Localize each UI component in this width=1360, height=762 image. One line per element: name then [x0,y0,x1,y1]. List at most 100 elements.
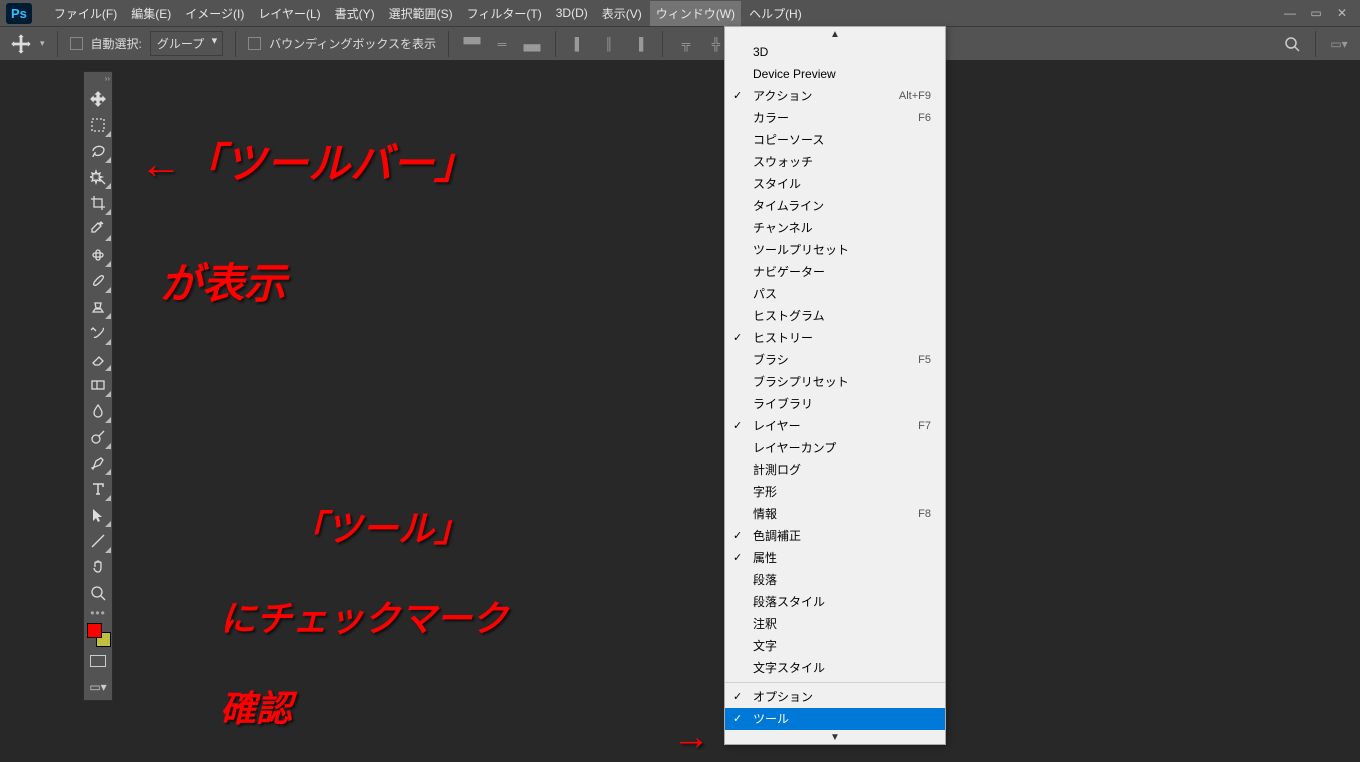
blur-tool[interactable] [84,398,112,424]
menu-item-ナビゲーター[interactable]: ナビゲーター [725,261,945,283]
menu-item-3D[interactable]: 3D [725,41,945,63]
type-tool[interactable] [84,476,112,502]
fg-swatch[interactable] [87,623,102,638]
brush-tool[interactable] [84,268,112,294]
align-hmid-icon[interactable]: ║ [598,33,620,55]
window-close-button[interactable]: ✕ [1331,2,1353,24]
menu-item-段落スタイル[interactable]: 段落スタイル [725,591,945,613]
eraser-tool[interactable] [84,346,112,372]
move-tool[interactable] [84,86,112,112]
hand-tool[interactable] [84,554,112,580]
menu-item-チャンネル[interactable]: チャンネル [725,217,945,239]
scroll-down-icon[interactable]: ▼ [725,730,945,744]
edit-toolbar-button[interactable]: ••• [84,606,112,620]
zoom-tool[interactable] [84,580,112,606]
menu-item-レイヤー[interactable]: ✓レイヤーF7 [725,415,945,437]
menu-item-注釈[interactable]: 注釈 [725,613,945,635]
align-top-icon[interactable]: ▀▀ [461,33,483,55]
menu-item-スウォッチ[interactable]: スウォッチ [725,151,945,173]
color-swatches[interactable] [84,620,112,648]
menu-item-段落[interactable]: 段落 [725,569,945,591]
menu-item-字形[interactable]: 字形 [725,481,945,503]
toolbox-header[interactable]: ›› [84,72,112,86]
menu-item-スタイル[interactable]: スタイル [725,173,945,195]
menu-item-label: レイヤーカンプ [753,440,836,456]
eyedropper-tool[interactable] [84,216,112,242]
marquee-tool[interactable] [84,112,112,138]
menu-edit[interactable]: 編集(E) [125,1,177,26]
toolbox: ›› ••• ▭▾ [83,71,113,701]
clone-stamp-tool[interactable] [84,294,112,320]
menu-item-計測ログ[interactable]: 計測ログ [725,459,945,481]
menu-item-label: パス [753,286,777,302]
menu-item-ヒストグラム[interactable]: ヒストグラム [725,305,945,327]
menu-item-label: ヒストリー [753,330,813,346]
autoselect-checkbox[interactable] [70,37,83,50]
line-tool[interactable] [84,528,112,554]
menu-file[interactable]: ファイル(F) [48,1,123,26]
align-right-icon[interactable]: ▐ [628,33,650,55]
menu-item-コピーソース[interactable]: コピーソース [725,129,945,151]
path-select-tool[interactable] [84,502,112,528]
menu-item-label: 字形 [753,484,777,500]
menu-item-属性[interactable]: ✓属性 [725,547,945,569]
menu-item-カラー[interactable]: カラーF6 [725,107,945,129]
menu-item-label: スウォッチ [753,154,813,170]
menu-item-色調補正[interactable]: ✓色調補正 [725,525,945,547]
autoselect-mode-select[interactable]: グループ [150,31,223,56]
menu-item-ツールプリセット[interactable]: ツールプリセット [725,239,945,261]
menu-item-label: カラー [753,110,789,126]
menu-item-文字スタイル[interactable]: 文字スタイル [725,657,945,679]
menu-item-オプション[interactable]: ✓オプション [725,686,945,708]
align-vmid-icon[interactable]: ═ [491,33,513,55]
menu-item-文字[interactable]: 文字 [725,635,945,657]
window-maximize-button[interactable]: ▭ [1305,2,1327,24]
menu-item-Device Preview[interactable]: Device Preview [725,63,945,85]
check-icon: ✓ [733,711,742,727]
menu-item-label: Device Preview [753,66,836,82]
magic-wand-tool[interactable] [84,164,112,190]
menu-item-ツール[interactable]: ✓ツール [725,708,945,730]
menu-layer[interactable]: レイヤー(L) [252,1,326,26]
menu-help[interactable]: ヘルプ(H) [743,1,808,26]
shortcut-label: Alt+F9 [899,88,931,104]
menu-item-レイヤーカンプ[interactable]: レイヤーカンプ [725,437,945,459]
menu-item-アクション[interactable]: ✓アクションAlt+F9 [725,85,945,107]
menu-3d[interactable]: 3D(D) [550,2,594,24]
align-bottom-icon[interactable]: ▄▄ [521,33,543,55]
menu-item-label: アクション [753,88,812,104]
dist-top-icon[interactable]: ╦ [675,33,697,55]
menu-view[interactable]: 表示(V) [596,1,648,26]
menu-item-ブラシ[interactable]: ブラシF5 [725,349,945,371]
dodge-tool[interactable] [84,424,112,450]
bbox-checkbox[interactable] [248,37,261,50]
menu-item-label: ブラシプリセット [753,374,849,390]
pen-tool[interactable] [84,450,112,476]
menu-image[interactable]: イメージ(I) [179,1,250,26]
menu-item-label: 文字 [753,638,777,654]
menu-item-パス[interactable]: パス [725,283,945,305]
menu-item-情報[interactable]: 情報F8 [725,503,945,525]
screenmode-icon[interactable]: ▭▾ [1328,33,1350,55]
menu-select[interactable]: 選択範囲(S) [383,1,459,26]
window-minimize-button[interactable]: — [1279,2,1301,24]
app-logo: Ps [6,3,32,24]
gradient-tool[interactable] [84,372,112,398]
scroll-up-icon[interactable]: ▲ [725,27,945,41]
search-icon[interactable] [1281,33,1303,55]
spot-heal-tool[interactable] [84,242,112,268]
lasso-tool[interactable] [84,138,112,164]
crop-tool[interactable] [84,190,112,216]
menu-item-ヒストリー[interactable]: ✓ヒストリー [725,327,945,349]
quickmask-button[interactable] [84,648,112,674]
menu-window[interactable]: ウィンドウ(W) [650,1,741,26]
align-left-icon[interactable]: ▌ [568,33,590,55]
menu-item-label: ツールプリセット [753,242,849,258]
menu-item-ライブラリ[interactable]: ライブラリ [725,393,945,415]
screenmode-button[interactable]: ▭▾ [84,674,112,700]
menu-item-ブラシプリセット[interactable]: ブラシプリセット [725,371,945,393]
history-brush-tool[interactable] [84,320,112,346]
menu-type[interactable]: 書式(Y) [329,1,381,26]
menu-item-タイムライン[interactable]: タイムライン [725,195,945,217]
menu-filter[interactable]: フィルター(T) [461,1,548,26]
